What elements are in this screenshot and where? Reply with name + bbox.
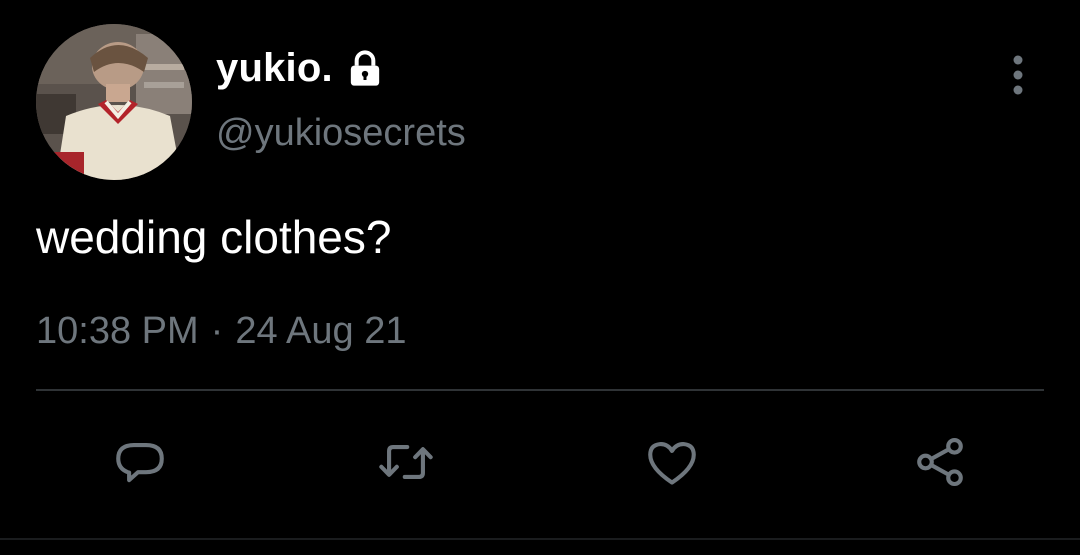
bottom-divider	[0, 538, 1080, 540]
tweet-date[interactable]: 24 Aug 21	[235, 306, 406, 356]
like-button[interactable]	[642, 432, 702, 492]
lock-icon	[345, 49, 385, 89]
reply-button[interactable]	[110, 432, 170, 492]
like-icon	[648, 442, 696, 485]
avatar-photo	[36, 24, 192, 180]
meta-separator: ·	[210, 310, 224, 352]
share-icon	[917, 437, 963, 487]
reply-icon	[116, 443, 164, 483]
divider	[36, 389, 1044, 391]
tweet-detail: yukio. @yukiosecrets wedding clothes? 10…	[0, 0, 1080, 555]
retweet-button[interactable]	[376, 432, 436, 492]
more-options-button[interactable]	[996, 50, 1040, 100]
share-button[interactable]	[910, 432, 970, 492]
avatar[interactable]	[36, 24, 192, 180]
author-name-row: yukio.	[216, 44, 385, 92]
more-vertical-icon	[1013, 55, 1023, 95]
author-handle[interactable]: @yukiosecrets	[216, 110, 466, 156]
display-name[interactable]: yukio.	[216, 44, 333, 92]
tweet-metadata: 10:38 PM · 24 Aug 21	[36, 306, 406, 356]
tweet-text: wedding clothes?	[36, 211, 392, 263]
tweet-time[interactable]: 10:38 PM	[36, 306, 199, 356]
retweet-icon	[379, 444, 433, 480]
